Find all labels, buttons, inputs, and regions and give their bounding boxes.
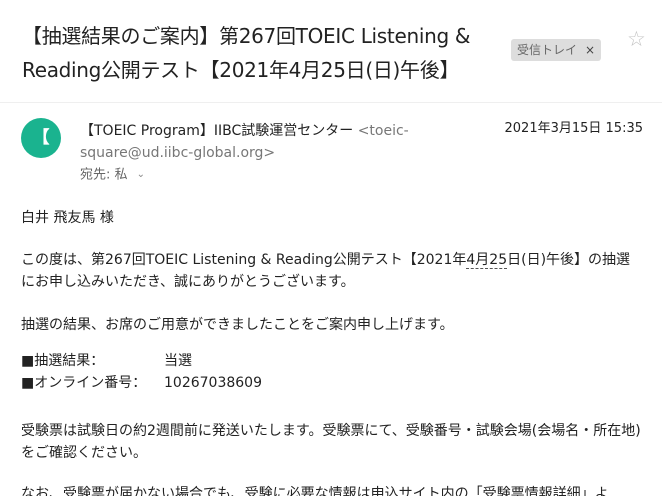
date-detected-link[interactable]: 4月25	[466, 252, 508, 269]
body-paragraph-4: なお、受験票が届かない場合でも、受験に必要な情報は申込サイト内の「受験票情報詳細…	[21, 486, 609, 496]
recipient-text: 宛先: 私	[80, 167, 128, 183]
sender-name[interactable]: 【TOEIC Program】IIBC試験運営センター	[80, 123, 353, 139]
body-paragraph-1: この度は、第267回TOEIC Listening & Reading公開テスト…	[21, 249, 641, 293]
sender-avatar: 【	[21, 118, 61, 158]
result-label: ■抽選結果：	[21, 353, 105, 369]
remove-label-icon[interactable]: ×	[585, 39, 595, 61]
inbox-label-text: 受信トレイ	[517, 43, 578, 57]
online-number-value: 10267038609	[164, 375, 262, 391]
avatar-letter: 【	[32, 128, 50, 148]
recipient-line: 宛先: 私 ⌄	[80, 166, 145, 185]
online-number-row: ■オンライン番号： 10267038609	[21, 372, 641, 394]
email-subject: 【抽選結果のご案内】第267回TOEIC Listening & Reading…	[22, 24, 471, 82]
header-divider	[0, 102, 662, 103]
result-value: 当選	[164, 353, 192, 369]
email-date: 2021年3月15日 15:35	[504, 121, 644, 136]
online-number-label: ■オンライン番号：	[21, 375, 147, 391]
greeting: 白井 飛友馬 様	[21, 210, 114, 226]
sender-info: 【TOEIC Program】IIBC試験運営センター <toeic-squar…	[80, 120, 470, 164]
body-paragraph-3: 受験票は試験日の約2週間前に発送いたします。受験票にて、受験番号・試験会場(会場…	[21, 423, 641, 461]
para1-pre: この度は、第267回TOEIC Listening & Reading公開テスト…	[21, 252, 467, 268]
star-icon[interactable]: ☆	[627, 28, 646, 50]
result-row: ■抽選結果： 当選	[21, 350, 641, 372]
inbox-label-chip[interactable]: 受信トレイ ×	[511, 39, 602, 61]
email-view: 【抽選結果のご案内】第267回TOEIC Listening & Reading…	[0, 0, 662, 496]
body-paragraph-2: 抽選の結果、お席のご用意ができましたことをご案内申し上げます。	[21, 317, 454, 333]
show-details-icon[interactable]: ⌄	[137, 166, 145, 184]
